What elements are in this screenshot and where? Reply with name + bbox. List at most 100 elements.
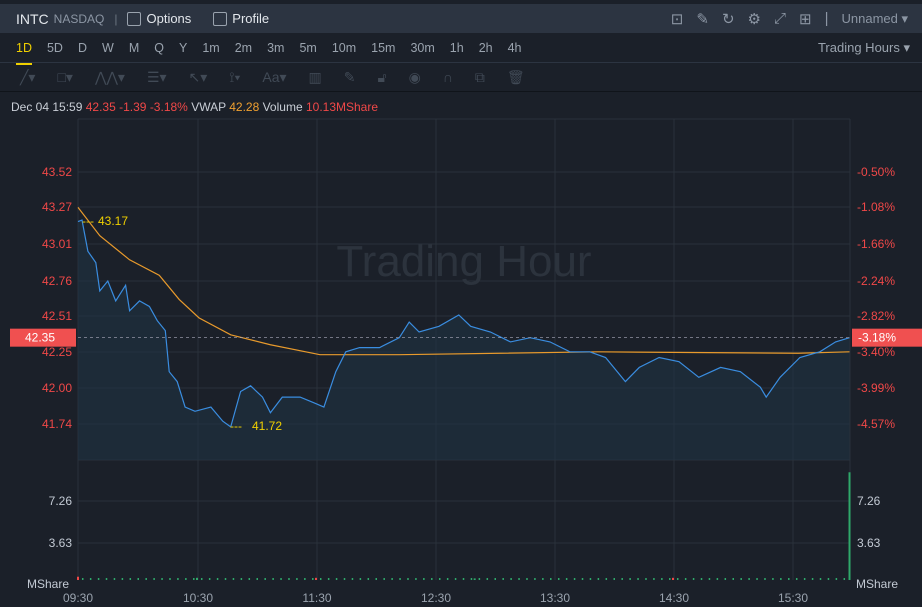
volume-bar	[478, 578, 481, 580]
volume-bar	[391, 578, 393, 580]
volume-bar	[795, 578, 798, 580]
volume-bar	[589, 578, 592, 580]
volume-tick-right: 3.63	[857, 536, 881, 550]
volume-bar	[557, 578, 560, 580]
volume-bar	[407, 578, 409, 580]
volume-bar	[161, 578, 163, 580]
volume-bar	[819, 578, 822, 580]
volume-bar	[446, 578, 449, 580]
volume-bar	[105, 578, 108, 580]
volume-unit: MShare	[27, 577, 69, 591]
x-tick: 15:30	[778, 591, 808, 605]
volume-bar	[526, 578, 528, 580]
volume-bar	[788, 578, 790, 580]
volume-bar	[216, 578, 219, 580]
volume-bar	[367, 578, 370, 580]
volume-bar	[473, 578, 476, 580]
volume-bar	[494, 578, 496, 580]
price-tick: 43.01	[42, 237, 72, 251]
volume-bar	[327, 578, 330, 580]
low-label: 41.72	[252, 419, 282, 433]
volume-bar	[597, 578, 600, 580]
price-chart[interactable]: 09:30 10:30 11:30 12:30 13:30 14:30 15:30 43.52…	[0, 0, 922, 607]
volume-bar	[415, 578, 417, 580]
volume-bar	[77, 576, 79, 580]
volume-bar	[462, 578, 465, 580]
volume-bar	[780, 578, 782, 580]
volume-bar	[629, 578, 631, 580]
volume-bar	[224, 578, 227, 580]
volume-bar	[288, 578, 290, 580]
volume-bar	[248, 578, 251, 580]
pct-tick: -0.50%	[857, 165, 895, 179]
volume-bar	[153, 578, 155, 580]
volume-bar	[423, 578, 425, 580]
volume-bar	[296, 578, 298, 580]
price-tick: 42.51	[42, 309, 72, 323]
volume-bar	[438, 578, 441, 580]
pct-tick: -3.40%	[857, 345, 895, 359]
volume-bar	[431, 578, 433, 580]
volume-bar	[145, 578, 147, 580]
volume-bar	[724, 578, 727, 580]
volume-bar	[240, 578, 243, 580]
volume-bar	[621, 578, 623, 580]
pct-tick: -4.57%	[857, 417, 895, 431]
volume-bar	[848, 472, 851, 580]
volume-bar	[692, 578, 695, 580]
volume-bar	[756, 578, 758, 580]
volume-bar	[827, 578, 830, 580]
pct-tick: -2.82%	[857, 309, 895, 323]
volume-bar	[399, 578, 401, 580]
volume-bar	[502, 578, 504, 580]
volume-bar	[256, 578, 258, 580]
volume-bar	[661, 578, 663, 580]
pct-tick: -2.24%	[857, 274, 895, 288]
volume-bar	[565, 578, 568, 580]
volume-bar	[613, 578, 615, 580]
x-tick: 12:30	[421, 591, 451, 605]
volume-bar	[454, 578, 457, 580]
volume-bar	[272, 578, 274, 580]
price-tick: 42.76	[42, 274, 72, 288]
volume-bar	[335, 578, 338, 580]
x-tick: 10:30	[183, 591, 213, 605]
volume-bar	[573, 578, 576, 580]
volume-bar	[542, 578, 544, 580]
x-tick: 09:30	[63, 591, 93, 605]
volume-bar	[843, 578, 846, 580]
x-tick: 14:30	[659, 591, 689, 605]
volume-bar	[740, 578, 742, 580]
volume-bar	[672, 577, 674, 580]
volume-bar	[534, 578, 536, 580]
volume-bar	[581, 578, 584, 580]
volume-bar	[208, 578, 211, 580]
volume-bar	[550, 578, 552, 580]
volume-bar	[129, 578, 132, 580]
volume-bar	[708, 578, 711, 580]
volume-bar	[280, 578, 282, 580]
volume-bar	[764, 578, 766, 580]
pct-tick: -3.99%	[857, 381, 895, 395]
volume-bar	[177, 578, 179, 580]
volume-bar	[315, 577, 317, 580]
volume-bar	[185, 578, 187, 580]
price-tick: 43.27	[42, 200, 72, 214]
volume-bar	[669, 578, 671, 580]
volume-bar	[113, 578, 116, 580]
current-pct-label: -3.18%	[858, 331, 896, 345]
x-tick: 13:30	[540, 591, 570, 605]
volume-unit-right: MShare	[856, 577, 898, 591]
volume-bar	[343, 578, 346, 580]
volume-bar	[97, 578, 100, 580]
volume-bar	[637, 578, 639, 580]
x-tick: 11:30	[302, 591, 331, 605]
price-tick: 43.52	[42, 165, 72, 179]
volume-bar	[232, 578, 235, 580]
volume-bar	[835, 578, 838, 580]
volume-bar	[304, 578, 306, 580]
volume-bar	[89, 578, 92, 580]
watermark: Trading Hour	[336, 237, 591, 286]
volume-bar	[470, 578, 473, 580]
volume-bar	[169, 578, 171, 580]
